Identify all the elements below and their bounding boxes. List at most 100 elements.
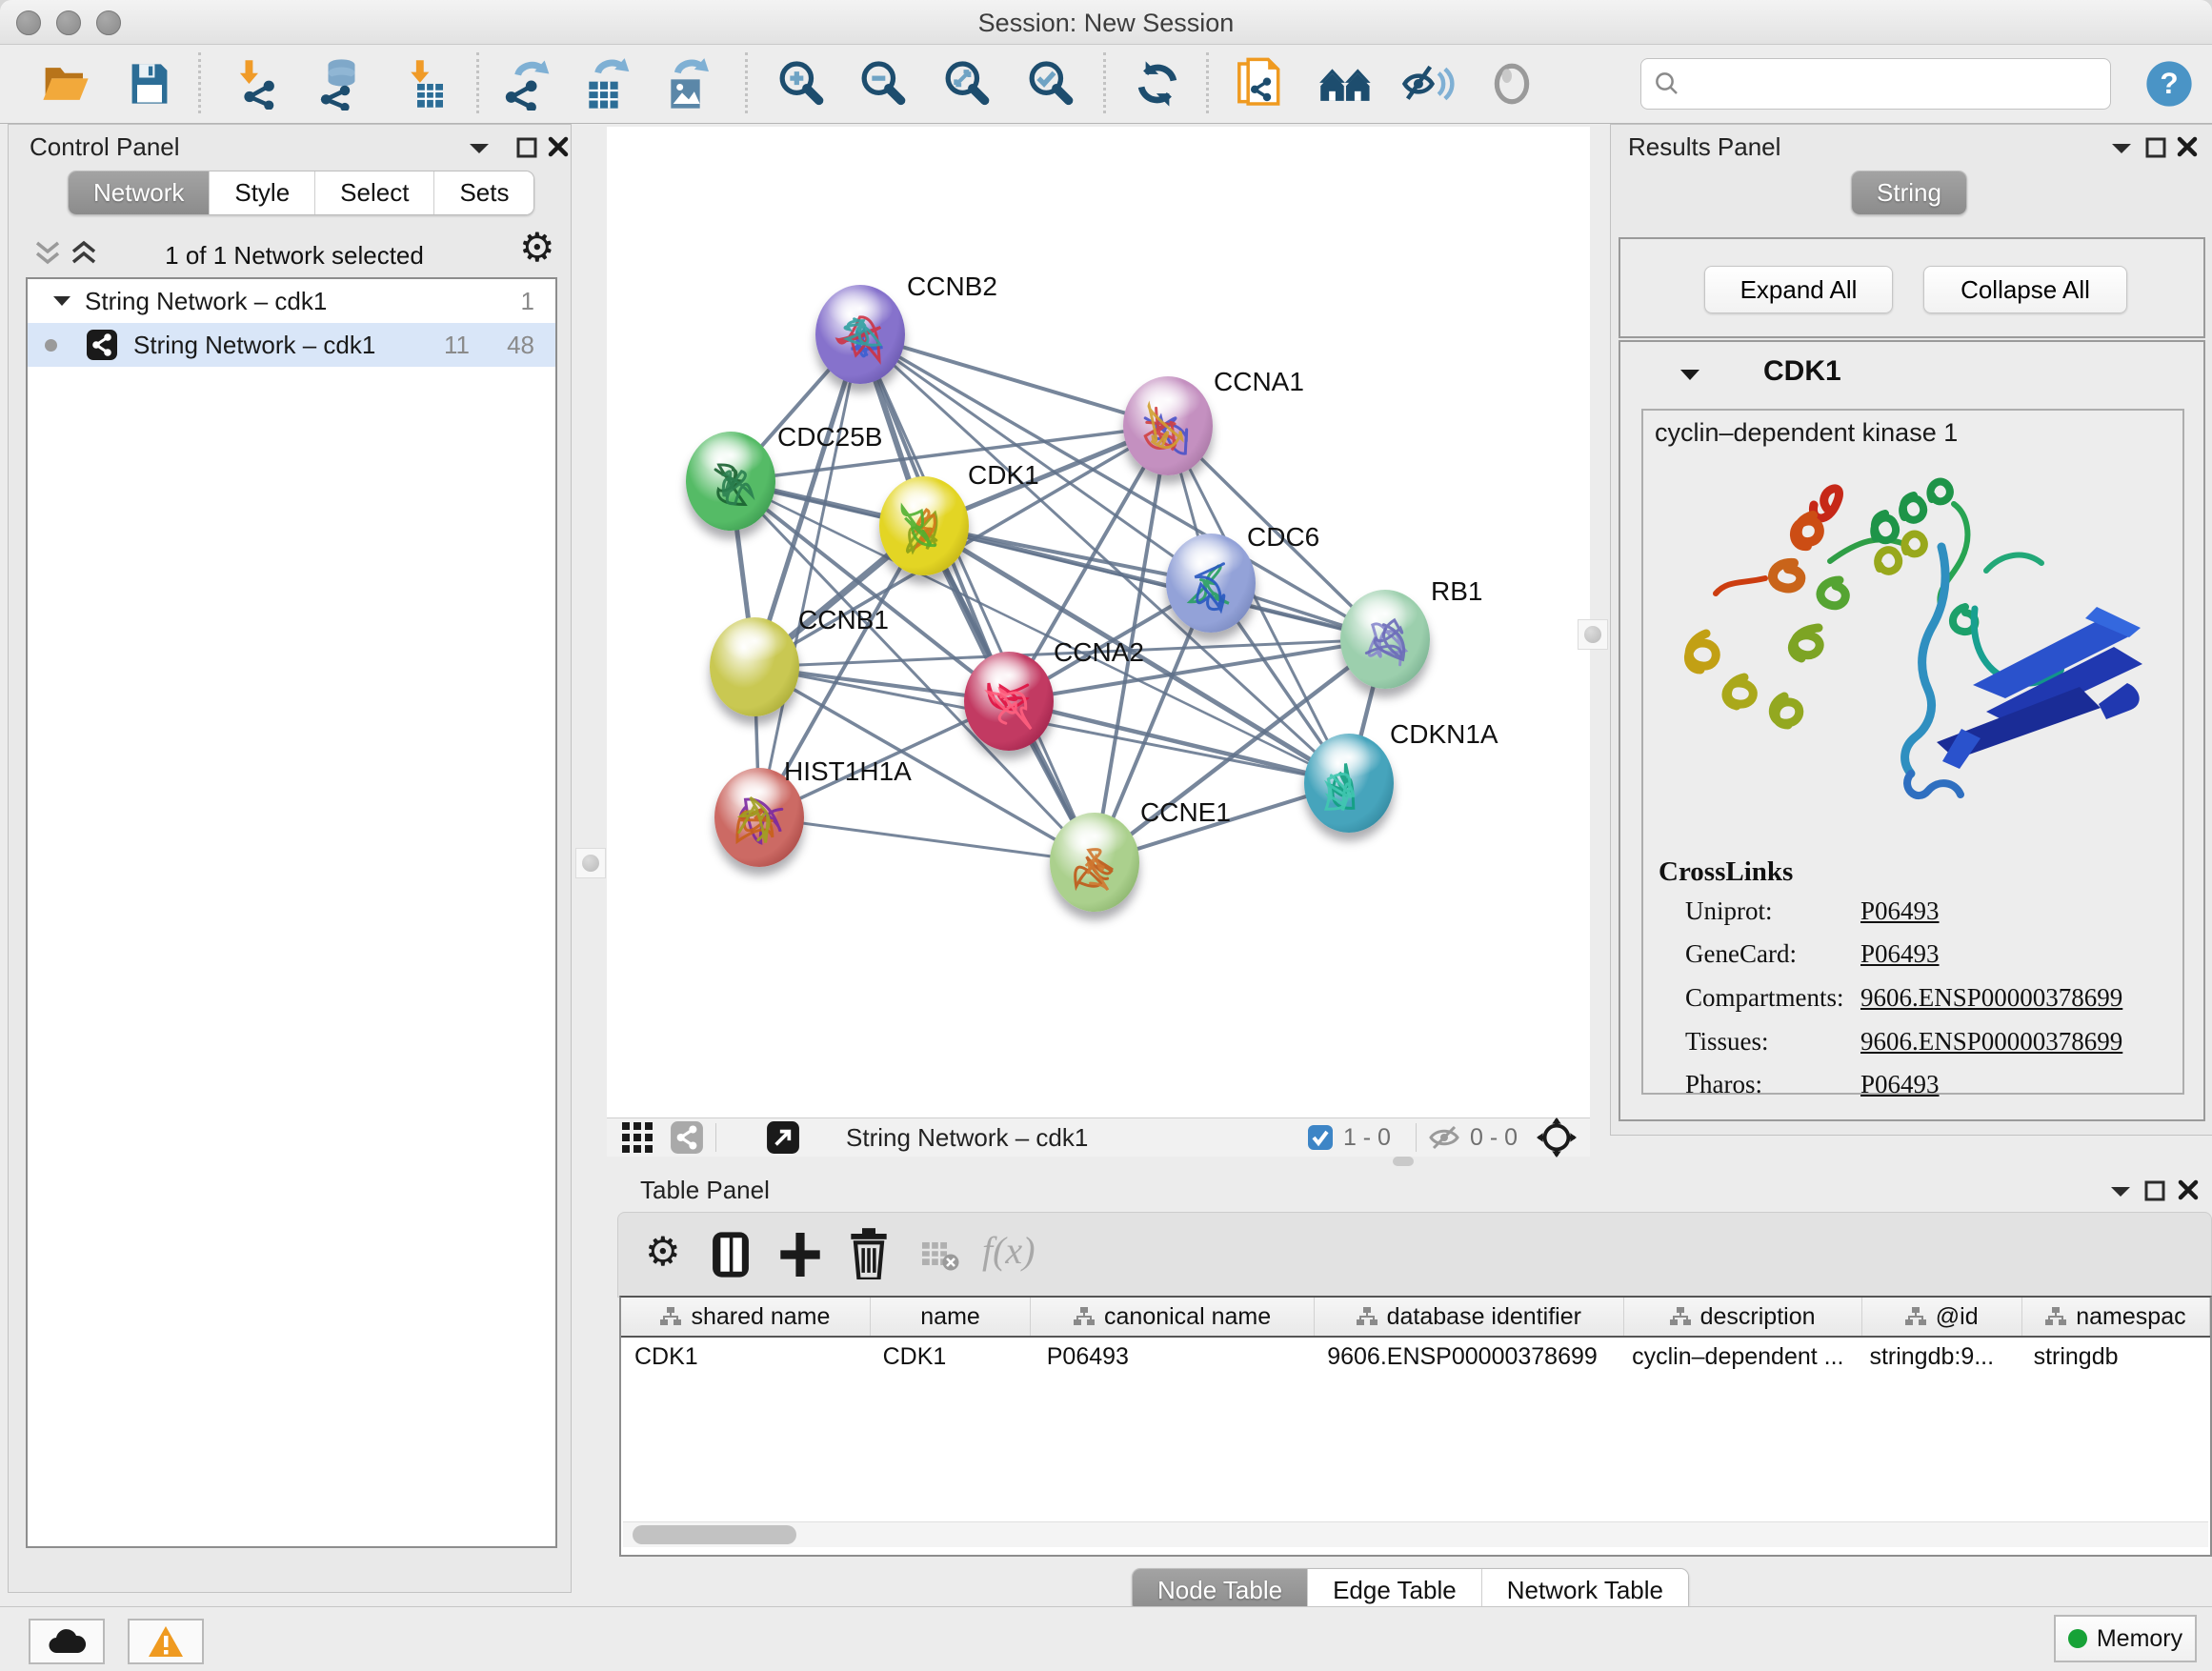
zoom-selected-button[interactable] (1023, 56, 1078, 111)
table-cell[interactable]: cyclin–dependent ... (1619, 1338, 1856, 1376)
help-button[interactable]: ? (2142, 56, 2197, 111)
show-columns-icon[interactable] (710, 1230, 752, 1279)
node-structure-glyph (895, 499, 953, 560)
tab-style[interactable]: Style (209, 171, 314, 214)
import-network-database-button[interactable] (311, 56, 366, 111)
share-view-icon[interactable] (670, 1120, 704, 1155)
expand-all-icon[interactable] (70, 237, 98, 268)
table-cell[interactable]: CDK1 (870, 1338, 1034, 1376)
horizontal-scrollbar[interactable] (623, 1521, 2208, 1547)
close-panel-icon[interactable] (2177, 136, 2198, 157)
apply-layout-button[interactable] (1130, 56, 1185, 111)
float-panel-icon[interactable] (2143, 1179, 2166, 1202)
search-input[interactable] (1689, 70, 2110, 98)
detach-view-icon[interactable] (766, 1120, 800, 1155)
genecard-link[interactable]: P06493 (1860, 939, 1940, 969)
search-field[interactable] (1640, 58, 2111, 110)
network-home-button[interactable] (1318, 56, 1374, 111)
share-network-file-button[interactable] (1233, 56, 1288, 111)
network-collection-row[interactable]: String Network – cdk1 1 (28, 279, 555, 323)
warnings-button[interactable] (128, 1619, 204, 1664)
zoom-out-button[interactable] (855, 56, 911, 111)
pharos-link[interactable]: P06493 (1860, 1070, 1940, 1099)
table-row[interactable]: CDK1CDK1P064939606.ENSP00000378699cyclin… (621, 1338, 2210, 1376)
compartments-link[interactable]: 9606.ENSP00000378699 (1860, 983, 2122, 1013)
grid-view-icon[interactable] (620, 1120, 654, 1155)
expand-all-button[interactable]: Expand All (1704, 266, 1893, 313)
column-header[interactable]: name (871, 1298, 1031, 1336)
export-network-button[interactable] (499, 56, 554, 111)
scrollbar-thumb[interactable] (633, 1525, 796, 1544)
tab-network[interactable]: Network (69, 171, 209, 214)
export-image-button[interactable] (661, 56, 716, 111)
column-header[interactable]: @id (1862, 1298, 2022, 1336)
network-node-cdc25b[interactable] (686, 432, 775, 531)
network-node-ccnb1[interactable] (710, 617, 799, 716)
window-title: Session: New Session (0, 9, 2212, 38)
memory-button[interactable]: Memory (2054, 1615, 2197, 1662)
right-divider-handle[interactable] (1578, 619, 1608, 650)
network-node-cdk1[interactable] (879, 476, 969, 575)
export-table-button[interactable] (579, 56, 634, 111)
tab-select[interactable]: Select (314, 171, 433, 214)
collapse-arrow-icon[interactable] (52, 293, 71, 309)
delete-column-trash-icon[interactable] (849, 1228, 889, 1279)
network-canvas[interactable]: CCNB2CCNA1CDC25BCDK1CDC6RB1CCNB1CCNA2CDK… (607, 127, 1590, 1117)
add-column-icon[interactable] (778, 1230, 822, 1279)
network-node-ccna2[interactable] (964, 652, 1054, 751)
network-options-gear-icon[interactable]: ⚙ (519, 228, 555, 268)
network-node-ccnb2[interactable] (815, 285, 905, 384)
collapse-all-button[interactable]: Collapse All (1923, 266, 2127, 313)
table-options-gear-icon[interactable]: ⚙ (645, 1232, 681, 1272)
entry-collapse-arrow-icon[interactable] (1679, 367, 1700, 383)
import-network-file-button[interactable] (231, 56, 286, 111)
table-cell[interactable]: CDK1 (621, 1338, 870, 1376)
hidden-eye-icon[interactable] (1428, 1123, 1460, 1152)
shared-column-icon (1905, 1307, 1926, 1326)
column-header[interactable]: namespac (2022, 1298, 2210, 1336)
node-table[interactable]: shared namenamecanonical namedatabase id… (619, 1296, 2212, 1557)
network-node-cdc6[interactable] (1166, 534, 1256, 633)
show-graphics-details-button[interactable] (1484, 56, 1539, 111)
table-cell[interactable]: 9606.ENSP00000378699 (1314, 1338, 1619, 1376)
network-node-ccna1[interactable] (1123, 376, 1213, 475)
float-panel-icon[interactable] (2144, 136, 2167, 159)
network-node-ccne1[interactable] (1050, 813, 1139, 912)
panel-menu-icon[interactable] (2109, 1183, 2132, 1200)
zoom-in-button[interactable] (774, 56, 829, 111)
tab-sets[interactable]: Sets (433, 171, 533, 214)
table-cell[interactable]: stringdb:9... (1856, 1338, 2020, 1376)
open-session-button[interactable] (38, 56, 93, 111)
network-node-rb1[interactable] (1340, 590, 1430, 689)
import-table-button[interactable] (398, 56, 453, 111)
selected-checkbox-icon[interactable] (1307, 1124, 1334, 1151)
uniprot-link[interactable]: P06493 (1860, 896, 1940, 926)
column-header[interactable]: canonical name (1031, 1298, 1315, 1336)
node-label-rb1: RB1 (1431, 576, 1482, 607)
tab-string[interactable]: String (1852, 171, 1966, 214)
birds-eye-view-icon[interactable] (1537, 1117, 1577, 1158)
table-cell[interactable]: stringdb (2021, 1338, 2210, 1376)
bottom-divider-handle[interactable] (1393, 1157, 1414, 1166)
panel-menu-icon[interactable] (468, 140, 491, 157)
zoom-fit-button[interactable] (939, 56, 995, 111)
column-header[interactable]: database identifier (1315, 1298, 1624, 1336)
left-divider-handle[interactable] (575, 848, 606, 878)
collapse-all-icon[interactable] (33, 237, 62, 268)
cloud-status-button[interactable] (29, 1619, 105, 1664)
close-panel-icon[interactable] (2178, 1179, 2199, 1200)
network-node-cdkn1a[interactable] (1304, 734, 1394, 833)
gray-eye-icon (1488, 60, 1536, 108)
hide-unhide-button[interactable] (1400, 56, 1456, 111)
zoom-out-icon (856, 57, 910, 111)
panel-menu-icon[interactable] (2110, 140, 2133, 157)
save-session-button[interactable] (122, 56, 177, 111)
column-header[interactable]: description (1624, 1298, 1862, 1336)
network-row-selected[interactable]: String Network – cdk1 11 48 (28, 323, 555, 367)
network-view[interactable]: CCNB2CCNA1CDC25BCDK1CDC6RB1CCNB1CCNA2CDK… (607, 127, 1590, 1117)
close-panel-icon[interactable] (548, 136, 569, 157)
table-cell[interactable]: P06493 (1034, 1338, 1314, 1376)
column-header[interactable]: shared name (621, 1298, 871, 1336)
tissues-link[interactable]: 9606.ENSP00000378699 (1860, 1027, 2122, 1057)
float-panel-icon[interactable] (515, 136, 538, 159)
